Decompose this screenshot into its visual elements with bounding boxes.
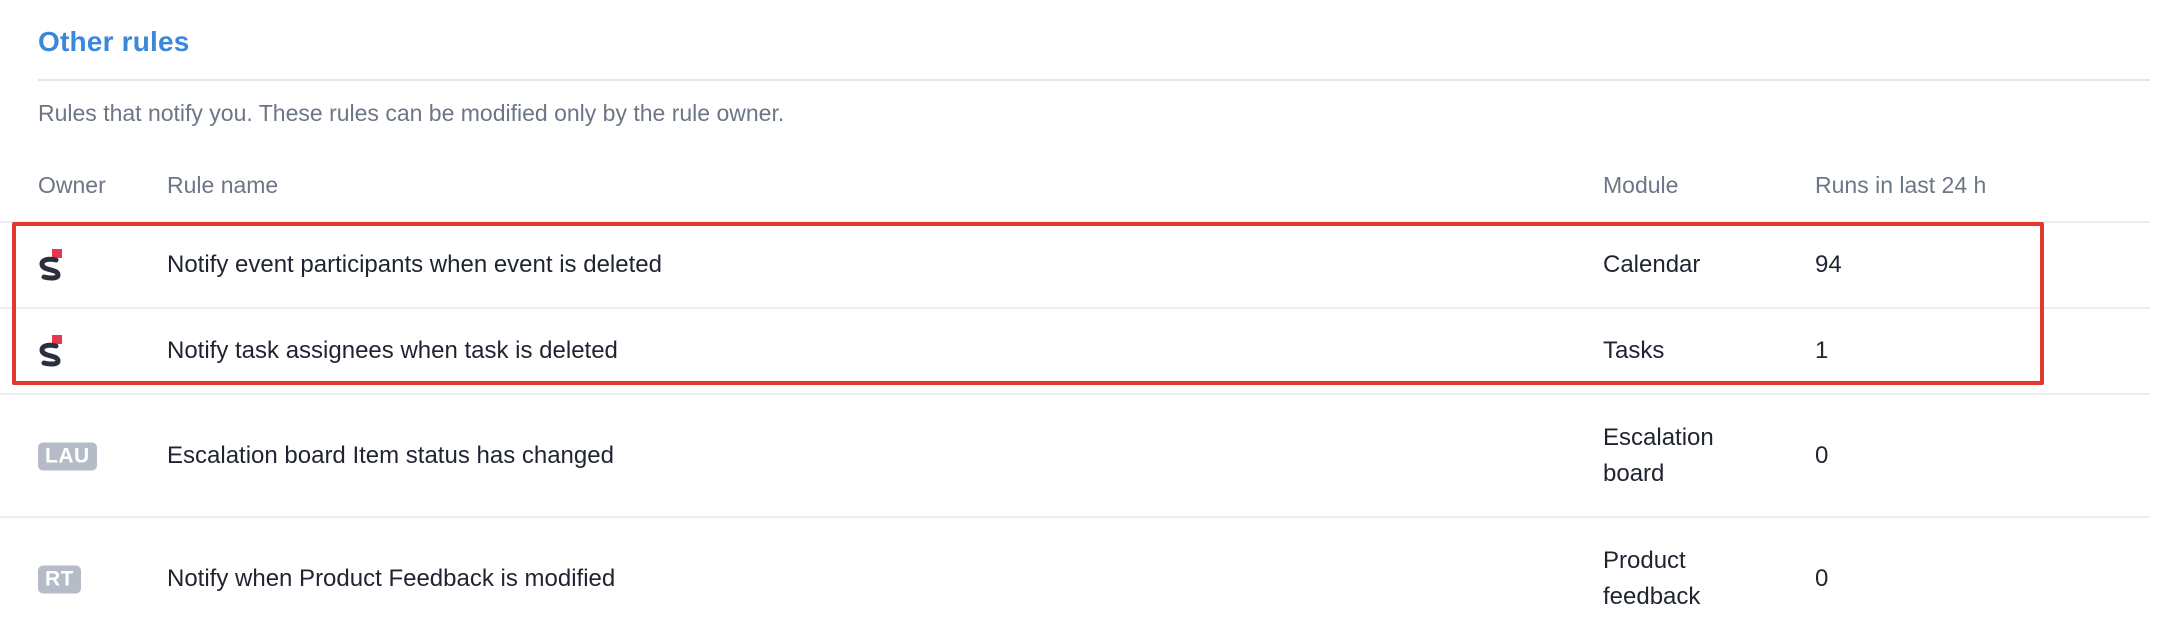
rule-module-cell: Escalation board [1603,420,1753,492]
section-title: Other rules [38,26,190,57]
app-logo-icon [39,249,62,281]
rule-runs: 1 [1815,337,1829,364]
owner-cell [38,335,64,367]
rule-name[interactable]: Escalation board Item status has changed [167,442,614,470]
section-description: Rules that notify you. These rules can b… [38,100,785,126]
header-runs: Runs in last 24 h [1815,172,1987,198]
rule-runs: 0 [1815,564,1829,592]
rule-runs: 0 [1815,441,1829,469]
rule-name[interactable]: Notify when Product Feedback is modified [167,565,615,593]
rule-module: Product feedback [1603,546,1701,610]
rule-module: Calendar [1603,251,1701,278]
owner-cell: RT [38,564,81,593]
title-divider [38,79,2150,81]
header-rule-name: Rule name [167,172,279,198]
owner-initials-badge: RT [38,565,81,593]
table-row[interactable]: RT Notify when Product Feedback is modif… [0,516,2150,638]
table-row[interactable]: Notify event participants when event is … [0,221,2150,307]
table-header: Owner Rule name Module Runs in last 24 h [0,168,2150,222]
app-logo-icon [39,335,62,367]
other-rules-section: Other rules Rules that notify you. These… [0,0,2180,638]
rule-module: Escalation board [1603,423,1714,487]
header-owner: Owner [38,172,106,198]
owner-cell [38,249,64,281]
rule-name[interactable]: Notify event participants when event is … [167,251,662,279]
owner-initials-badge: LAU [38,442,97,470]
owner-cell: LAU [38,441,97,470]
rule-module: Tasks [1603,337,1665,364]
rule-name[interactable]: Notify task assignees when task is delet… [167,337,618,365]
rule-module-cell: Product feedback [1603,543,1753,615]
table-row[interactable]: Notify task assignees when task is delet… [0,307,2150,393]
rule-runs: 94 [1815,251,1842,278]
header-module: Module [1603,172,1679,198]
rules-table-body: Notify event participants when event is … [0,221,2150,638]
table-row[interactable]: LAU Escalation board Item status has cha… [0,393,2150,516]
